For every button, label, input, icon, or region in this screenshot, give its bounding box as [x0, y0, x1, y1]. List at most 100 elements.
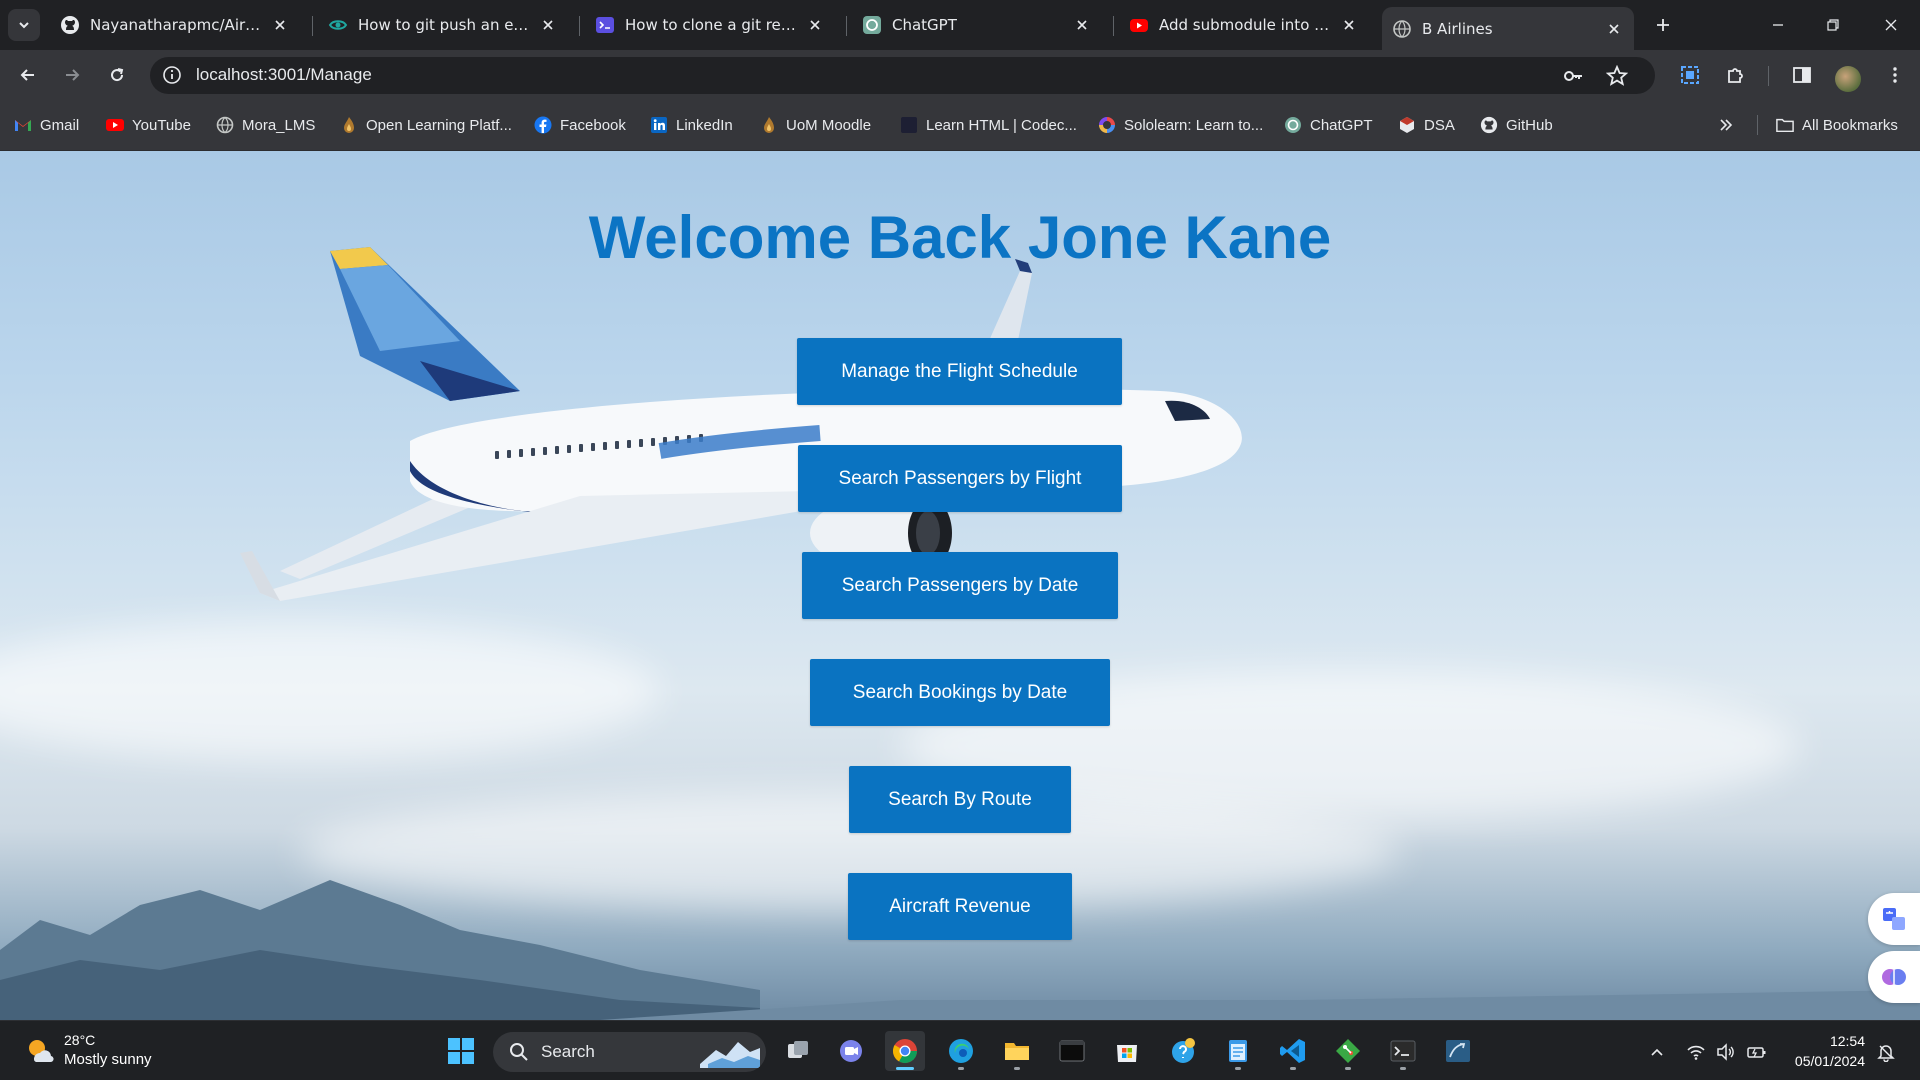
side-panel-icon	[1793, 67, 1811, 83]
tab-youtube-submodule[interactable]: Add submodule into centr	[1119, 7, 1369, 43]
close-window-button[interactable]	[1873, 10, 1909, 40]
help-app[interactable]	[1163, 1031, 1203, 1071]
tab-git-clone[interactable]: How to clone a git reposito	[585, 7, 835, 43]
minimize-button[interactable]	[1760, 10, 1796, 40]
new-tab-button[interactable]	[1650, 12, 1676, 38]
close-tab-icon[interactable]	[538, 15, 558, 35]
system-clock[interactable]: 12:54 05/01/2024	[1785, 1031, 1865, 1071]
app-running-indicator	[1235, 1067, 1241, 1070]
app-running-indicator	[958, 1067, 964, 1070]
search-passengers-by-flight-button[interactable]: Search Passengers by Flight	[798, 445, 1122, 512]
bookmarks-bar: Gmail YouTube Mora_LMS Open Learning Pla…	[0, 100, 1920, 151]
bookmark-label: Gmail	[40, 116, 80, 134]
bookmark-label: Facebook	[560, 116, 626, 134]
bookmark-github[interactable]: GitHub	[1480, 113, 1553, 137]
globe-icon	[216, 116, 234, 134]
manage-flight-schedule-button[interactable]: Manage the Flight Schedule	[797, 338, 1122, 405]
bookmark-codecademy[interactable]: Learn HTML | Codec...	[900, 113, 1077, 137]
github-icon	[1480, 116, 1498, 134]
restore-button[interactable]	[1815, 10, 1851, 40]
profile-avatar[interactable]	[1835, 66, 1861, 92]
info-icon[interactable]	[162, 65, 182, 85]
address-bar[interactable]: localhost:3001/Manage	[150, 57, 1655, 94]
tab-separator	[1113, 16, 1114, 36]
search-by-route-button[interactable]: Search By Route	[849, 766, 1071, 833]
tab-b-airlines[interactable]: B Airlines	[1382, 7, 1634, 50]
edge-icon	[949, 1039, 973, 1063]
bookmark-open-learning[interactable]: Open Learning Platf...	[340, 113, 512, 137]
edge-app[interactable]	[941, 1031, 981, 1071]
microsoft-store-app[interactable]	[1107, 1031, 1147, 1071]
tab-title: How to git push an existing	[358, 16, 532, 34]
extensions-button[interactable]	[1720, 59, 1752, 91]
bookmark-linkedin[interactable]: LinkedIn	[650, 113, 733, 137]
search-passengers-by-date-button[interactable]: Search Passengers by Date	[802, 552, 1118, 619]
reload-button[interactable]	[101, 59, 133, 91]
close-tab-icon[interactable]	[1339, 15, 1359, 35]
close-tab-icon[interactable]	[805, 15, 825, 35]
terminal-icon	[595, 15, 615, 35]
vscode-app[interactable]	[1273, 1031, 1313, 1071]
translate-extension-button[interactable]	[1868, 893, 1920, 945]
close-tab-icon[interactable]	[1072, 15, 1092, 35]
taskbar-search[interactable]: Search	[493, 1032, 766, 1072]
app-running-indicator	[1290, 1067, 1296, 1070]
all-bookmarks-button[interactable]: All Bookmarks	[1776, 113, 1898, 137]
forward-button[interactable]	[56, 59, 88, 91]
tab-chatgpt[interactable]: ChatGPT	[852, 7, 1102, 43]
more-bookmarks-button[interactable]	[1718, 113, 1734, 137]
terminal-icon	[1390, 1040, 1416, 1062]
chrome-app[interactable]	[885, 1031, 925, 1071]
tab-search-button[interactable]	[8, 9, 40, 41]
bookmark-label: Mora_LMS	[242, 116, 316, 134]
app-running-indicator	[1400, 1067, 1406, 1070]
volume-control[interactable]	[1715, 1041, 1737, 1063]
bookmark-mora-lms[interactable]: Mora_LMS	[216, 113, 315, 137]
store-icon	[1117, 1045, 1137, 1062]
close-tab-icon[interactable]	[1604, 19, 1624, 39]
bookmark-sololearn[interactable]: Sololearn: Learn to...	[1098, 113, 1263, 137]
screenshot-extension-button[interactable]	[1674, 59, 1706, 91]
bookmark-youtube[interactable]: YouTube	[106, 113, 191, 137]
tab-github-repo[interactable]: Nayanatharapmc/Airline_R	[50, 7, 300, 43]
wifi-status[interactable]	[1685, 1041, 1707, 1063]
teams-chat-app[interactable]	[831, 1031, 871, 1071]
tab-git-push[interactable]: How to git push an existing	[318, 7, 568, 43]
chatgpt-icon	[862, 15, 882, 35]
battery-status[interactable]	[1746, 1041, 1768, 1063]
star-icon[interactable]	[1606, 65, 1628, 87]
task-view-button[interactable]	[778, 1031, 818, 1071]
start-button[interactable]	[441, 1031, 481, 1071]
windows-terminal-app[interactable]	[1383, 1031, 1423, 1071]
terminal-app[interactable]	[1052, 1031, 1092, 1071]
bookmark-uom-moodle[interactable]: UoM Moodle	[760, 113, 871, 137]
key-icon[interactable]	[1562, 65, 1584, 87]
aircraft-revenue-button[interactable]: Aircraft Revenue	[848, 873, 1072, 940]
database-app[interactable]	[1438, 1031, 1478, 1071]
bookmark-dsa[interactable]: DSA	[1398, 113, 1455, 137]
search-bookings-by-date-button[interactable]: Search Bookings by Date	[810, 659, 1110, 726]
tab-title: ChatGPT	[892, 16, 957, 34]
flame-icon	[340, 116, 358, 134]
notifications-button[interactable]	[1875, 1041, 1897, 1063]
show-hidden-icons-button[interactable]	[1646, 1041, 1668, 1063]
bookmark-facebook[interactable]: Facebook	[534, 113, 626, 137]
file-explorer-app[interactable]	[997, 1031, 1037, 1071]
back-button[interactable]	[12, 59, 44, 91]
menu-button[interactable]	[1879, 59, 1911, 91]
more-vertical-icon	[1893, 67, 1897, 83]
git-icon	[1336, 1039, 1360, 1063]
notepad-app[interactable]	[1218, 1031, 1258, 1071]
tab-separator	[846, 16, 847, 36]
app-running-indicator	[896, 1067, 914, 1070]
plus-icon	[1657, 19, 1669, 31]
git-app[interactable]	[1328, 1031, 1368, 1071]
youtube-icon	[106, 116, 124, 134]
close-tab-icon[interactable]	[270, 15, 290, 35]
weather-widget[interactable]: 28°C Mostly sunny	[24, 1031, 152, 1069]
ai-assistant-button[interactable]	[1868, 951, 1920, 1003]
bookmark-label: GitHub	[1506, 116, 1553, 134]
side-panel-button[interactable]	[1786, 59, 1818, 91]
bookmark-gmail[interactable]: Gmail	[14, 113, 79, 137]
bookmark-chatgpt[interactable]: ChatGPT	[1284, 113, 1373, 137]
